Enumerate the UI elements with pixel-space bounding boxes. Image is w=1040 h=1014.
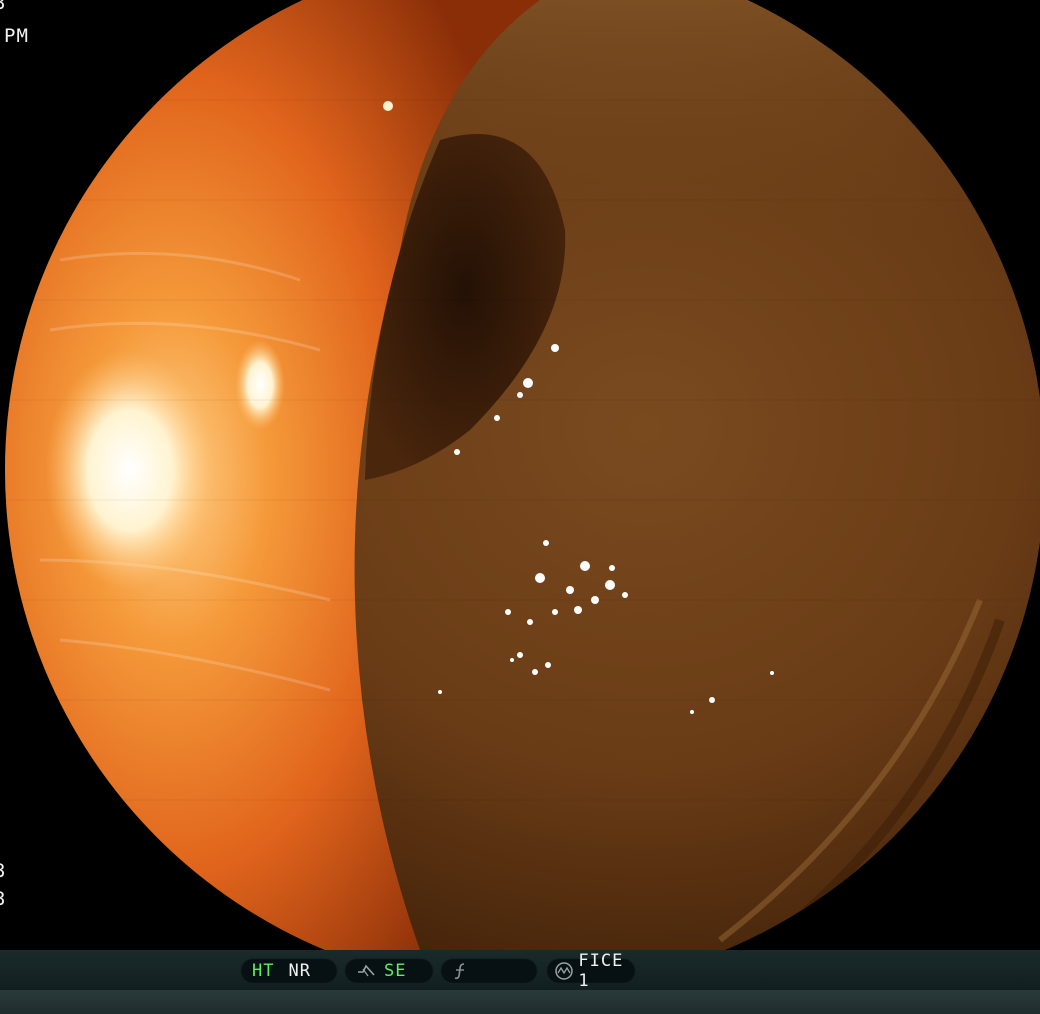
status-bar-lower-band xyxy=(0,990,1040,1014)
osd-top-line1: 3 xyxy=(0,0,6,13)
function-indicator xyxy=(440,958,538,984)
fice-label: FICE 1 xyxy=(578,951,624,991)
se-indicator: SE xyxy=(344,958,434,984)
se-label: SE xyxy=(384,961,407,981)
endoscopic-image xyxy=(5,0,1040,950)
nr-label: NR xyxy=(288,961,311,981)
fice-indicator: FICE 1 xyxy=(546,951,636,991)
osd-bottom-line2: 3 xyxy=(0,890,6,909)
osd-bottom-line1: 3 xyxy=(0,862,6,881)
processor-status-bar: HT NR SE FICE 1 xyxy=(0,950,1040,1014)
function-icon xyxy=(452,962,470,980)
osd-time-period: PM xyxy=(4,25,29,47)
endoscope-viewport: 3 PM 3 3 xyxy=(0,0,1040,950)
fice-mode-icon xyxy=(554,961,574,981)
ht-nr-indicator: HT NR xyxy=(240,958,338,984)
structure-enhancement-icon xyxy=(356,963,376,979)
ht-label: HT xyxy=(252,961,275,981)
